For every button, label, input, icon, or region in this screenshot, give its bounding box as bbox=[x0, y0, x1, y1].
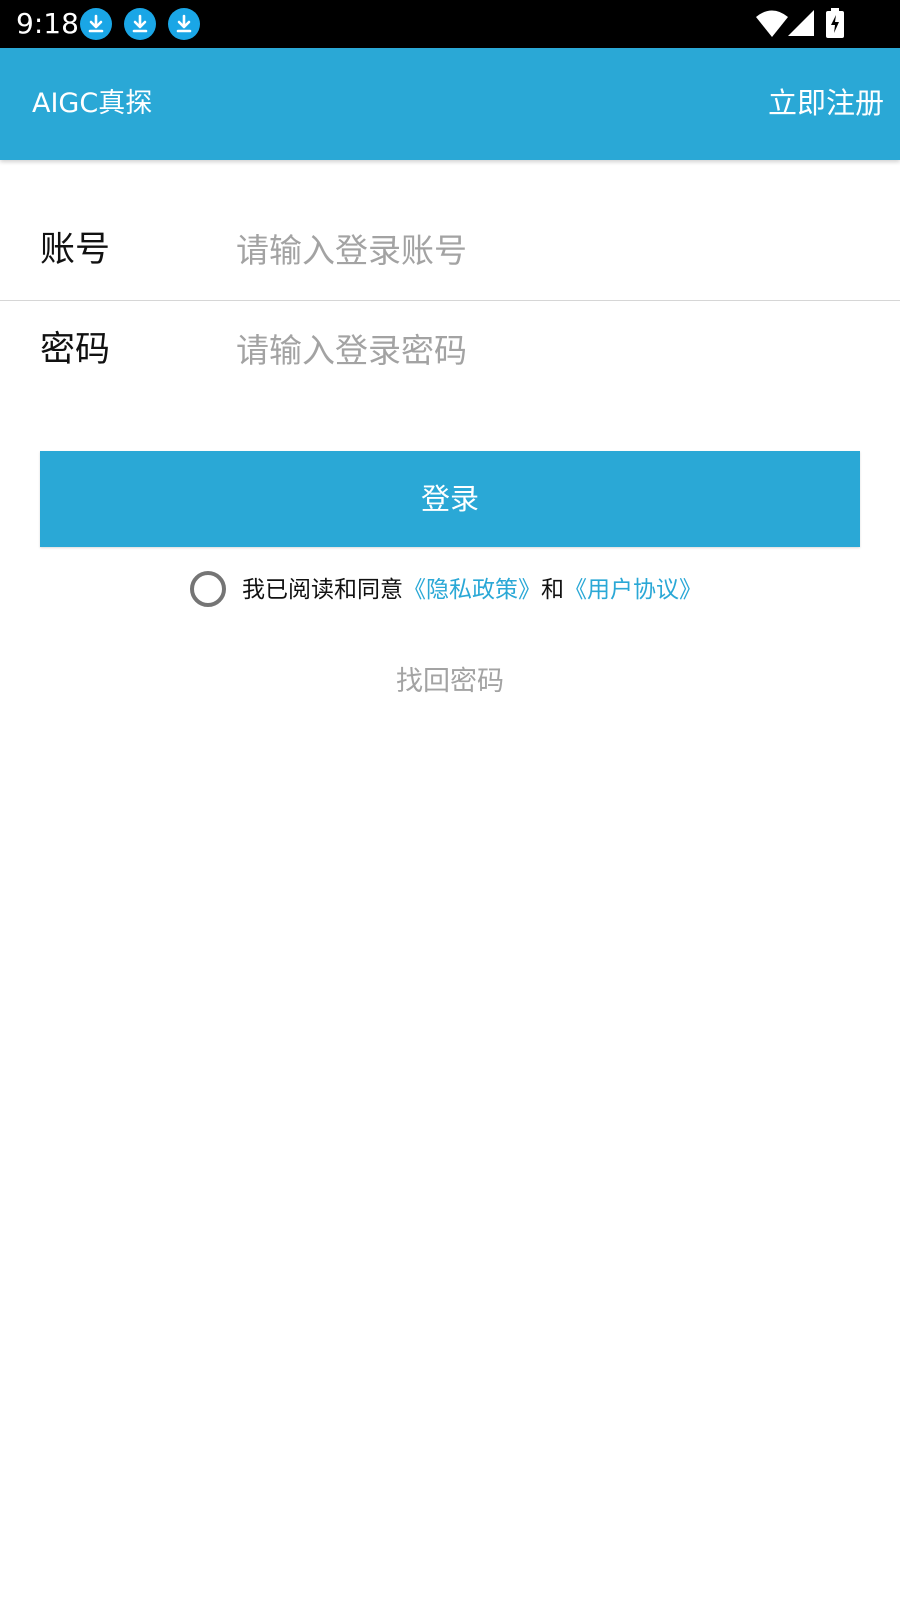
download-icon bbox=[124, 8, 156, 40]
login-button[interactable]: 登录 bbox=[40, 451, 860, 547]
agreement-conjunction: 和 bbox=[541, 577, 564, 603]
login-screen: 9:18 AIGC真探 立即注册 账号 请输入登录账号 密码 登录 我已阅读和同… bbox=[0, 0, 900, 1600]
agreement-radio[interactable] bbox=[190, 571, 226, 607]
wifi-icon bbox=[756, 10, 788, 42]
status-time: 9:18 bbox=[16, 7, 79, 40]
agreement-text: 我已阅读和同意《隐私政策》和《用户协议》 bbox=[242, 574, 702, 606]
password-label: 密码 bbox=[40, 330, 111, 370]
account-label: 账号 bbox=[40, 230, 111, 270]
password-input[interactable] bbox=[236, 322, 856, 378]
password-row: 密码 bbox=[0, 300, 900, 400]
battery-charging-icon bbox=[826, 8, 844, 42]
app-bar: AIGC真探 立即注册 bbox=[0, 48, 900, 160]
forgot-password-link[interactable]: 找回密码 bbox=[0, 662, 900, 702]
status-bar: 9:18 bbox=[0, 0, 900, 48]
register-now-link[interactable]: 立即注册 bbox=[768, 82, 884, 124]
user-agreement-link[interactable]: 《用户协议》 bbox=[564, 577, 702, 603]
app-title: AIGC真探 bbox=[32, 88, 153, 119]
account-input[interactable] bbox=[236, 222, 856, 278]
cell-signal-icon bbox=[788, 10, 814, 40]
download-icon bbox=[80, 8, 112, 40]
download-icon bbox=[168, 8, 200, 40]
privacy-policy-link[interactable]: 《隐私政策》 bbox=[403, 577, 541, 603]
account-row: 账号 bbox=[0, 200, 900, 300]
agreement-prefix: 我已阅读和同意 bbox=[242, 577, 403, 603]
